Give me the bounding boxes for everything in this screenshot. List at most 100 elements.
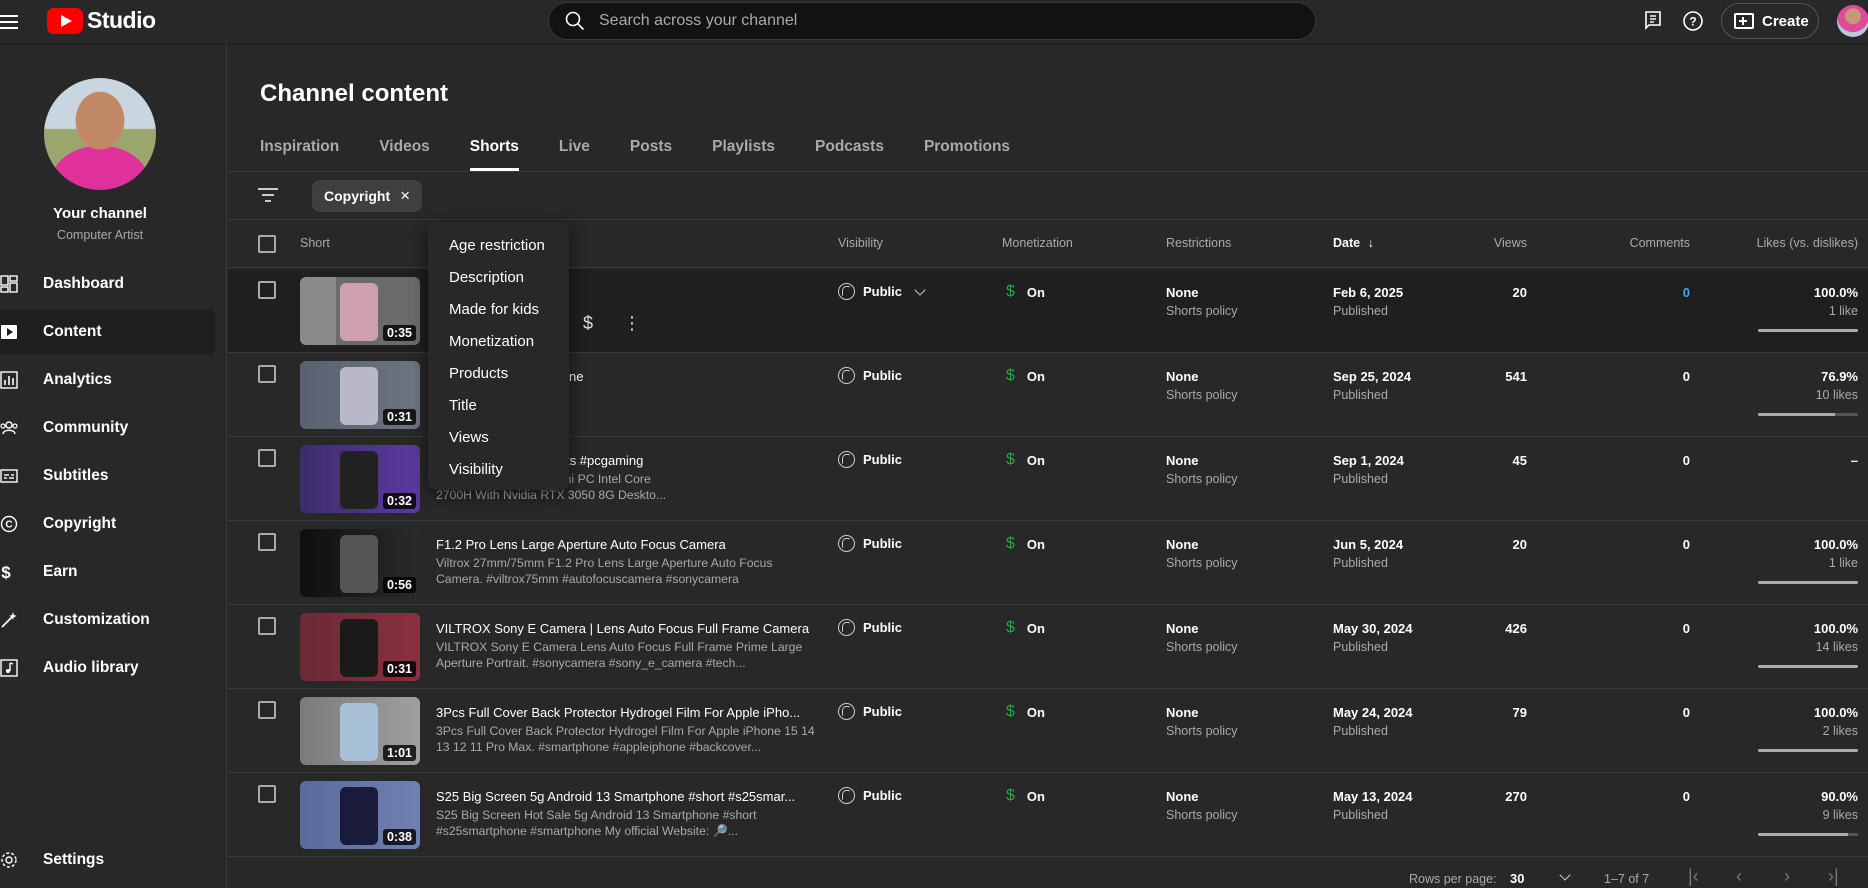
feedback-icon[interactable] [1643, 10, 1663, 30]
sidebar-item-settings[interactable]: Settings [0, 837, 215, 883]
sidebar-item-earn[interactable]: $ Earn [0, 549, 215, 595]
menu-item-made-for-kids[interactable]: Made for kids [428, 296, 569, 328]
comments-count[interactable]: 0 [1683, 285, 1690, 300]
visibility-select[interactable]: Public [838, 787, 902, 804]
comments-count: 0 [1682, 537, 1690, 552]
restriction-policy-link[interactable]: Shorts policy [1166, 640, 1238, 654]
search-input[interactable] [599, 12, 1279, 30]
row-checkbox[interactable] [258, 449, 276, 467]
video-title[interactable]: S25 Big Screen 5g Android 13 Smartphone … [436, 789, 816, 804]
row-checkbox[interactable] [258, 617, 276, 635]
video-thumbnail[interactable]: 1:01 [300, 697, 420, 765]
tab-posts[interactable]: Posts [630, 133, 672, 171]
menu-item-title[interactable]: Title [428, 392, 569, 424]
monetization-status[interactable]: $ On [1006, 619, 1045, 637]
table-row[interactable]: 0:38 S25 Big Screen 5g Android 13 Smartp… [228, 773, 1868, 857]
video-title[interactable]: F1.2 Pro Lens Large Aperture Auto Focus … [436, 537, 816, 552]
video-title[interactable]: 3Pcs Full Cover Back Protector Hydrogel … [436, 705, 816, 720]
table-row[interactable]: 1:01 3Pcs Full Cover Back Protector Hydr… [228, 689, 1868, 773]
video-thumbnail[interactable]: 0:56 [300, 529, 420, 597]
first-page-icon[interactable]: |‹ [1688, 866, 1699, 887]
video-thumbnail[interactable]: 0:31 [300, 613, 420, 681]
visibility-select[interactable]: Public [838, 283, 926, 300]
restriction-policy-link[interactable]: Shorts policy [1166, 808, 1238, 822]
menu-item-views[interactable]: Views [428, 424, 569, 456]
tab-podcasts[interactable]: Podcasts [815, 133, 884, 171]
more-options-icon[interactable]: ⋮ [623, 313, 641, 334]
last-page-icon[interactable]: ›| [1828, 866, 1839, 887]
sidebar-item-dashboard[interactable]: Dashboard [0, 261, 215, 307]
row-checkbox[interactable] [258, 785, 276, 803]
settings-icon [1, 852, 17, 868]
visibility-select[interactable]: Public [838, 451, 902, 468]
restriction-policy-link[interactable]: Shorts policy [1166, 556, 1238, 570]
row-checkbox[interactable] [258, 281, 276, 299]
chevron-down-icon[interactable] [1559, 869, 1571, 881]
sidebar-item-content[interactable]: Content [0, 309, 215, 355]
visibility-select[interactable]: Public [838, 367, 902, 384]
monetization-status[interactable]: $ On [1006, 535, 1045, 553]
close-icon[interactable]: × [400, 187, 410, 204]
visibility-select[interactable]: Public [838, 619, 902, 636]
row-checkbox[interactable] [258, 533, 276, 551]
video-thumbnail[interactable]: 0:32 [300, 445, 420, 513]
menu-item-visibility[interactable]: Visibility [428, 456, 569, 488]
duration-badge: 0:32 [382, 493, 416, 509]
row-checkbox[interactable] [258, 365, 276, 383]
help-icon[interactable]: ? [1682, 10, 1704, 32]
video-thumbnail[interactable]: 0:38 [300, 781, 420, 849]
table-row[interactable]: 0:56 F1.2 Pro Lens Large Aperture Auto F… [228, 521, 1868, 605]
studio-logo[interactable]: Studio [47, 7, 156, 34]
video-thumbnail[interactable]: 0:31 [300, 361, 420, 429]
monetization-status[interactable]: $ On [1006, 367, 1045, 385]
visibility-select[interactable]: Public [838, 703, 902, 720]
monetization-status[interactable]: $ On [1006, 787, 1045, 805]
column-views[interactable]: Views [1494, 236, 1527, 250]
tab-playlists[interactable]: Playlists [712, 133, 775, 171]
menu-item-age-restriction[interactable]: Age restriction [428, 232, 569, 264]
monetization-status[interactable]: $ On [1006, 451, 1045, 469]
video-thumbnail[interactable]: 0:35 [300, 277, 420, 345]
filter-chip-copyright[interactable]: Copyright × [312, 180, 423, 212]
search-bar[interactable] [548, 2, 1316, 40]
sidebar-item-copyright[interactable]: C Copyright [0, 501, 215, 547]
restriction-policy-link[interactable]: Shorts policy [1166, 304, 1238, 318]
monetization-status[interactable]: $ On [1006, 703, 1045, 721]
sidebar-item-audio-library[interactable]: Audio library [0, 645, 215, 691]
visibility-select[interactable]: Public [838, 535, 902, 552]
account-avatar[interactable] [1837, 5, 1868, 37]
filter-icon[interactable] [258, 187, 278, 203]
column-likes[interactable]: Likes (vs. dislikes) [1757, 236, 1858, 250]
restriction-policy-link[interactable]: Shorts policy [1166, 472, 1238, 486]
row-checkbox[interactable] [258, 701, 276, 719]
create-button[interactable]: Create [1721, 3, 1819, 39]
menu-item-products[interactable]: Products [428, 360, 569, 392]
select-all-checkbox[interactable] [258, 235, 276, 253]
tab-promotions[interactable]: Promotions [924, 133, 1010, 171]
column-date[interactable]: Date ↓ [1333, 236, 1374, 250]
sidebar-item-analytics[interactable]: Analytics [0, 357, 215, 403]
monetization-status[interactable]: $ On [1006, 283, 1045, 301]
menu-icon[interactable] [0, 12, 20, 30]
sidebar-item-customization[interactable]: Customization [0, 597, 215, 643]
rows-per-page-select[interactable]: 30 [1510, 871, 1524, 886]
channel-avatar[interactable] [44, 78, 156, 190]
views-count: 20 [1512, 285, 1527, 300]
tab-live[interactable]: Live [559, 133, 590, 171]
chevron-down-icon[interactable] [914, 283, 926, 296]
previous-page-icon[interactable]: ‹ [1736, 866, 1742, 887]
tab-shorts[interactable]: Shorts [469, 133, 519, 171]
restriction-policy-link[interactable]: Shorts policy [1166, 724, 1238, 738]
tab-inspiration[interactable]: Inspiration [260, 133, 339, 171]
video-title[interactable]: VILTROX Sony E Camera | Lens Auto Focus … [436, 621, 816, 636]
tab-videos[interactable]: Videos [379, 133, 430, 171]
menu-item-monetization[interactable]: Monetization [428, 328, 569, 360]
restriction-policy-link[interactable]: Shorts policy [1166, 388, 1238, 402]
next-page-icon[interactable]: › [1784, 866, 1790, 887]
sidebar-item-subtitles[interactable]: Subtitles [0, 453, 215, 499]
monetization-action-icon[interactable]: $ [583, 313, 593, 334]
menu-item-description[interactable]: Description [428, 264, 569, 296]
table-row[interactable]: 0:31 VILTROX Sony E Camera | Lens Auto F… [228, 605, 1868, 689]
column-comments[interactable]: Comments [1630, 236, 1690, 250]
sidebar-item-community[interactable]: Community [0, 405, 215, 451]
